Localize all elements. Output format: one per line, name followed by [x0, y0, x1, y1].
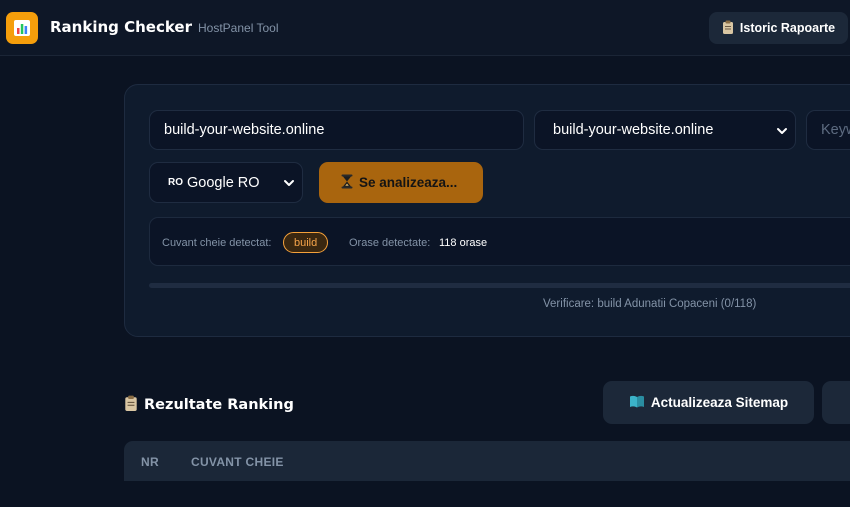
clipboard-icon	[722, 20, 734, 37]
secondary-action-button[interactable]	[822, 381, 850, 424]
chevron-down-icon	[777, 128, 787, 134]
domain-input[interactable]: build-your-website.online	[149, 110, 524, 150]
clipboard-icon	[124, 395, 138, 415]
domain-select-value: build-your-website.online	[553, 122, 714, 138]
column-header-nr: NR	[141, 455, 159, 469]
results-title: Rezultate Ranking	[124, 395, 294, 415]
detected-keyword-badge: build	[283, 232, 329, 253]
column-header-keyword: CUVANT CHEIE	[191, 455, 284, 469]
hourglass-icon	[341, 174, 353, 192]
results-table-header: NR CUVANT CHEIE	[124, 441, 850, 481]
detected-keyword-label: Cuvant cheie detectat:	[162, 237, 272, 249]
progress-bar	[149, 283, 850, 288]
results-title-text: Rezultate Ranking	[144, 397, 294, 413]
detected-cities-label: Orase detectate:	[349, 237, 431, 249]
top-bar: Ranking Checker HostPanel Tool Istoric R…	[0, 0, 850, 56]
progress-status-text: Verificare: build Adunatii Copaceni (0/1…	[543, 298, 757, 310]
keyword-input-placeholder: Keyw	[821, 122, 850, 138]
history-reports-label: Istoric Rapoarte	[739, 21, 836, 35]
domain-input-value: build-your-website.online	[164, 122, 325, 138]
update-sitemap-button[interactable]: Actualizeaza Sitemap	[603, 381, 814, 424]
search-engine-value: Google RO	[187, 174, 260, 191]
detected-cities-value: 118 orase	[439, 237, 488, 249]
analyze-button-label: Se analizeaza...	[359, 175, 458, 190]
app-subtitle: HostPanel Tool	[198, 21, 279, 35]
ro-flag-icon: RO	[168, 177, 183, 188]
detection-info-box: Cuvant cheie detectat: build Orase detec…	[149, 217, 850, 266]
search-engine-select[interactable]: RO Google RO	[149, 162, 303, 203]
app-title: Ranking Checker	[50, 18, 193, 36]
book-icon	[629, 395, 645, 411]
update-sitemap-label: Actualizeaza Sitemap	[650, 395, 789, 410]
analyze-button[interactable]: Se analizeaza...	[319, 162, 483, 203]
domain-select[interactable]: build-your-website.online	[534, 110, 796, 150]
chevron-down-icon	[284, 180, 294, 186]
bar-chart-icon	[6, 12, 38, 44]
history-reports-button[interactable]: Istoric Rapoarte	[709, 12, 848, 44]
keyword-input[interactable]: Keyw	[806, 110, 850, 150]
